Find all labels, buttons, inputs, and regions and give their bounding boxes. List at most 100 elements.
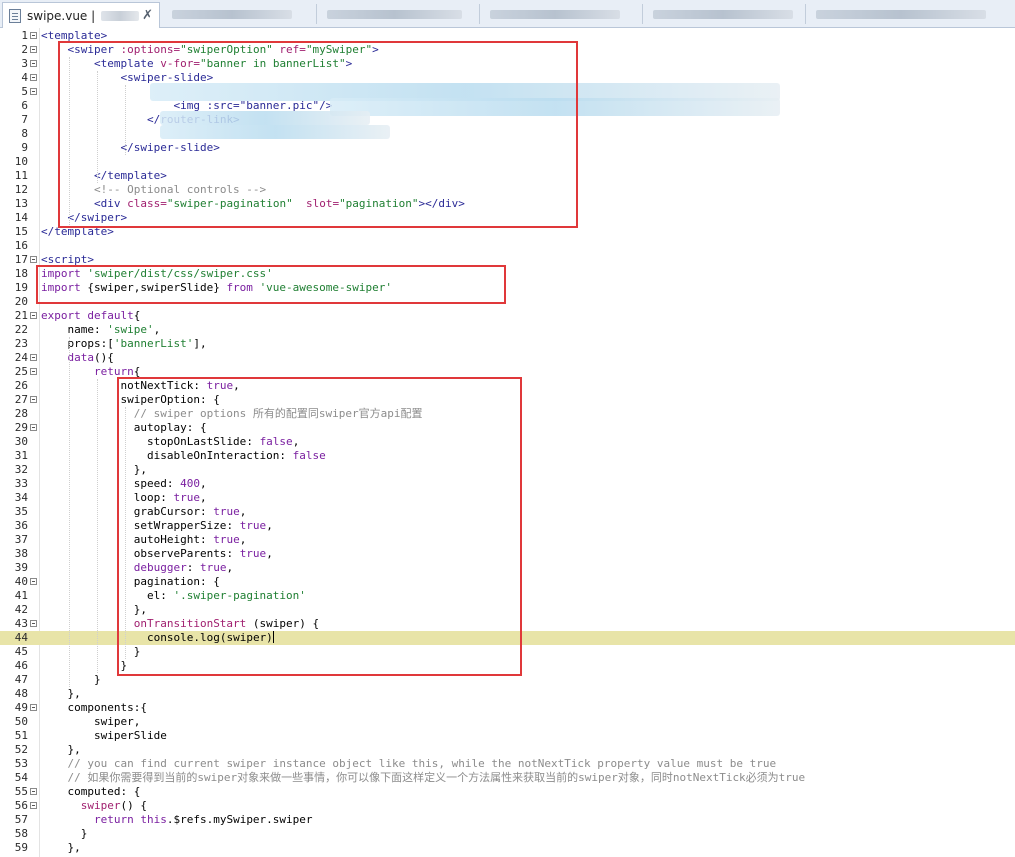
- code-token: },: [67, 841, 81, 854]
- line-number: 44: [14, 631, 28, 644]
- code-line[interactable]: 16: [0, 239, 1015, 253]
- code-line[interactable]: 58 }: [0, 827, 1015, 841]
- line-number: 50: [14, 715, 28, 728]
- fold-toggle-icon[interactable]: [30, 396, 37, 403]
- close-tab-icon[interactable]: ✗: [142, 8, 153, 23]
- line-number: 45: [14, 645, 28, 658]
- line-number: 32: [14, 463, 28, 476]
- fold-toggle-icon[interactable]: [30, 788, 37, 795]
- fold-toggle-icon[interactable]: [30, 74, 37, 81]
- code-line[interactable]: 55 computed: {: [0, 785, 1015, 799]
- code-line[interactable]: 57 return this.$refs.mySwiper.swiper: [0, 813, 1015, 827]
- code-text: }: [41, 673, 101, 687]
- tab-redacted-1[interactable]: [162, 4, 317, 24]
- line-number: 47: [14, 673, 28, 686]
- code-line[interactable]: 22 name: 'swipe',: [0, 323, 1015, 337]
- line-number: 40: [14, 575, 28, 588]
- code-token: (){: [94, 351, 114, 364]
- fold-toggle-icon[interactable]: [30, 256, 37, 263]
- code-token: name: [67, 323, 95, 336]
- code-text: swiper() {: [41, 799, 147, 813]
- code-text: return this.$refs.mySwiper.swiper: [41, 813, 313, 827]
- line-number: 54: [14, 771, 28, 784]
- line-number: 16: [14, 239, 28, 252]
- code-text: name: 'swipe',: [41, 323, 161, 337]
- annotation-box: [117, 377, 522, 676]
- line-number: 10: [14, 155, 28, 168]
- line-number: 5: [21, 85, 28, 98]
- editor-tab-bar: swipe.vue | ✗: [0, 0, 1015, 28]
- code-line[interactable]: 24 data(){: [0, 351, 1015, 365]
- line-number: 6: [21, 99, 28, 112]
- line-number: 15: [14, 225, 28, 238]
- line-number: 46: [14, 659, 28, 672]
- code-token: {: [133, 309, 141, 322]
- code-text: export default{: [41, 309, 140, 323]
- tab-redacted-3[interactable]: [480, 4, 643, 24]
- code-line[interactable]: 50 swiper,: [0, 715, 1015, 729]
- fold-toggle-icon[interactable]: [30, 424, 37, 431]
- fold-toggle-icon[interactable]: [30, 704, 37, 711]
- tab-filename: swipe.vue |: [27, 8, 96, 23]
- line-number: 20: [14, 295, 28, 308]
- line-number: 58: [14, 827, 28, 840]
- code-text: },: [41, 743, 81, 757]
- code-line[interactable]: 52 },: [0, 743, 1015, 757]
- code-text: props:['bannerList'],: [41, 337, 207, 351]
- code-line[interactable]: 21 export default{: [0, 309, 1015, 323]
- code-line[interactable]: 59 },: [0, 841, 1015, 855]
- line-number: 30: [14, 435, 28, 448]
- code-token: this: [140, 813, 167, 826]
- code-editor[interactable]: 1 <template> 2 <swiper :options="swiperOpt…: [0, 28, 1015, 857]
- tab-redacted-4[interactable]: [643, 4, 806, 24]
- code-text: }: [41, 827, 88, 841]
- annotation-box: [58, 41, 578, 228]
- line-number: 3: [21, 57, 28, 70]
- code-token: .$refs.mySwiper.swiper: [166, 813, 313, 826]
- code-text: components:{: [41, 701, 147, 715]
- code-token: // 如果你需要得到当前的swiper对象来做一些事情，你可以像下面这样定义一个…: [67, 771, 806, 784]
- code-line[interactable]: 54 // 如果你需要得到当前的swiper对象来做一些事情，你可以像下面这样定…: [0, 771, 1015, 785]
- line-number: 26: [14, 379, 28, 392]
- code-token: swiper: [80, 799, 121, 812]
- code-token: swiper,: [93, 715, 141, 728]
- code-token: :{: [133, 701, 147, 714]
- code-line[interactable]: 53 // you can find current swiper instan…: [0, 757, 1015, 771]
- line-number: 29: [14, 421, 28, 434]
- fold-toggle-icon[interactable]: [30, 88, 37, 95]
- code-token: return: [93, 813, 141, 826]
- fold-toggle-icon[interactable]: [30, 312, 37, 319]
- code-text: // 如果你需要得到当前的swiper对象来做一些事情，你可以像下面这样定义一个…: [41, 771, 806, 785]
- fold-toggle-icon[interactable]: [30, 578, 37, 585]
- line-number: 39: [14, 561, 28, 574]
- fold-toggle-icon[interactable]: [30, 620, 37, 627]
- line-number: 1: [21, 29, 28, 42]
- line-number: 52: [14, 743, 28, 756]
- fold-toggle-icon[interactable]: [30, 46, 37, 53]
- line-number: 8: [21, 127, 28, 140]
- fold-toggle-icon[interactable]: [30, 32, 37, 39]
- code-text: },: [41, 687, 81, 701]
- tab-redacted-2[interactable]: [317, 4, 480, 24]
- line-number: 33: [14, 477, 28, 490]
- code-line[interactable]: 56 swiper() {: [0, 799, 1015, 813]
- fold-toggle-icon[interactable]: [30, 368, 37, 375]
- line-number: 37: [14, 533, 28, 546]
- tab-redacted-5[interactable]: [806, 4, 1011, 24]
- code-line[interactable]: 23 props:['bannerList'],: [0, 337, 1015, 351]
- code-line[interactable]: 48 },: [0, 687, 1015, 701]
- fold-toggle-icon[interactable]: [30, 60, 37, 67]
- code-text: // you can find current swiper instance …: [41, 757, 777, 771]
- line-number: 41: [14, 589, 28, 602]
- code-line[interactable]: 49 components:{: [0, 701, 1015, 715]
- line-number: 2: [21, 43, 28, 56]
- code-text: data(){: [41, 351, 114, 365]
- line-number: 18: [14, 267, 28, 280]
- line-number: 35: [14, 505, 28, 518]
- tab-swipe-vue[interactable]: swipe.vue | ✗: [2, 2, 160, 28]
- code-token: ,: [153, 323, 161, 336]
- code-token: data: [67, 351, 95, 364]
- code-line[interactable]: 51 swiperSlide: [0, 729, 1015, 743]
- fold-toggle-icon[interactable]: [30, 802, 37, 809]
- fold-toggle-icon[interactable]: [30, 354, 37, 361]
